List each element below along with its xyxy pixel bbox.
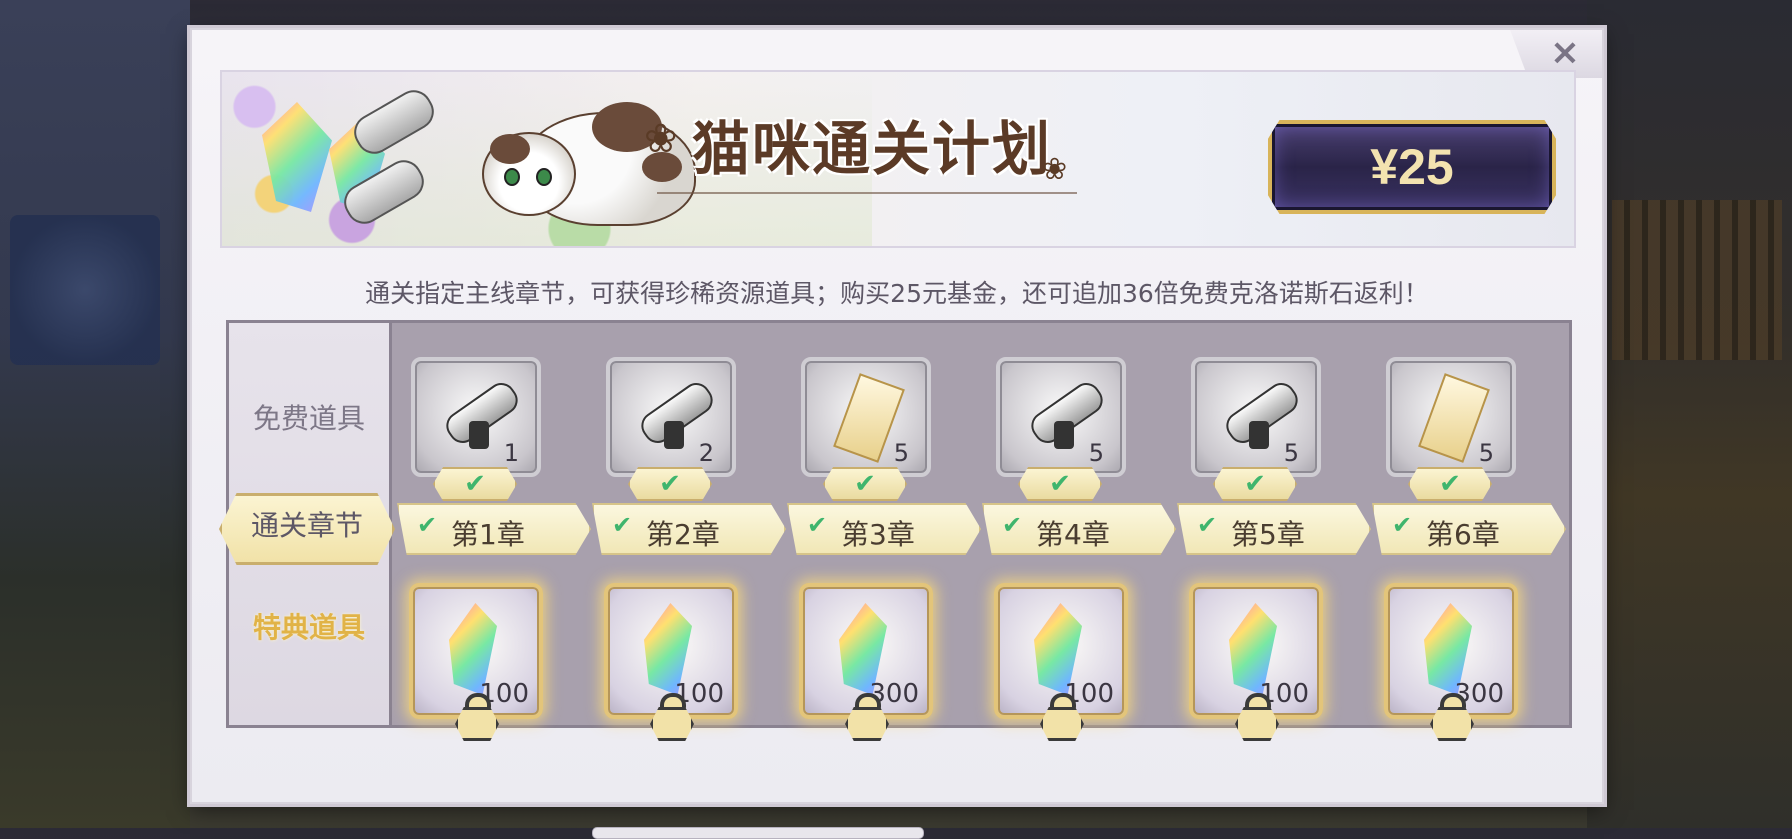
background-left	[0, 0, 190, 828]
chapter-check-icon: ✔	[1002, 511, 1023, 539]
reward-column: 2 ✔ ✔ 第2章 100	[592, 323, 786, 741]
chapter-label: 第6章	[1426, 518, 1500, 551]
claimed-check-icon: ✔	[433, 467, 517, 501]
free-items-label: 免费道具	[252, 402, 365, 435]
cat-plan-modal: × ❀ 猫咪通关计划 ❀ ¥25 通关指定主线章节，可获得珍稀资源道具；购买25…	[190, 28, 1604, 839]
chapter-label: 第1章	[451, 518, 525, 551]
free-item-slot[interactable]: 5	[801, 357, 931, 477]
free-item-slot[interactable]: 5	[1386, 357, 1516, 477]
chapter-label: 第5章	[1231, 518, 1305, 551]
title-underline	[657, 192, 1077, 194]
chapter-tab[interactable]: ✔ 第5章	[1177, 503, 1371, 555]
free-item-count: 2	[698, 439, 714, 467]
chapter-check-icon: ✔	[1392, 511, 1413, 539]
paw-icon: ❀	[644, 116, 678, 162]
claimed-check-icon: ✔	[823, 467, 907, 501]
reward-grid: 免费道具 特典道具 通关章节 1 ✔ ✔ 第1章 100 2 ✔ ✔ 第2章 1…	[219, 320, 1572, 741]
background-banner	[10, 215, 160, 365]
lock-icon[interactable]	[845, 693, 889, 741]
free-item-count: 5	[893, 439, 909, 467]
free-item-count: 1	[503, 439, 519, 467]
reward-column: 5 ✔ ✔ 第4章 100	[982, 323, 1176, 741]
chapter-label: 第4章	[1036, 518, 1110, 551]
chapter-tab[interactable]: ✔ 第1章	[397, 503, 591, 555]
chapter-check-icon: ✔	[417, 511, 438, 539]
free-item-count: 5	[1478, 439, 1494, 467]
claimed-check-icon: ✔	[1018, 467, 1102, 501]
lock-icon[interactable]	[1235, 693, 1279, 741]
lock-icon[interactable]	[1040, 693, 1084, 741]
chapter-check-icon: ✔	[807, 511, 828, 539]
cat-eye	[504, 168, 520, 186]
background-right	[1587, 0, 1792, 828]
cat-head	[482, 132, 576, 216]
claimed-check-icon: ✔	[628, 467, 712, 501]
cat-eye	[536, 168, 552, 186]
purchase-price-button[interactable]: ¥25	[1268, 120, 1556, 214]
chapter-tab[interactable]: ✔ 第4章	[982, 503, 1176, 555]
reward-column: 5 ✔ ✔ 第3章 300	[787, 323, 981, 741]
chapter-label: 第3章	[841, 518, 915, 551]
free-item-count: 5	[1088, 439, 1104, 467]
free-item-slot[interactable]: 2	[606, 357, 736, 477]
price-label: ¥25	[1370, 139, 1454, 195]
scroll-icon	[1022, 377, 1109, 449]
special-items-label: 特典道具	[252, 611, 365, 644]
chapter-tab[interactable]: ✔ 第3章	[787, 503, 981, 555]
claimed-check-icon: ✔	[1408, 467, 1492, 501]
chapter-tab[interactable]: ✔ 第2章	[592, 503, 786, 555]
claimed-check-icon: ✔	[1213, 467, 1297, 501]
title-wrap: ❀ 猫咪通关计划 ❀	[644, 92, 1077, 202]
chapter-row-label: 通关章节	[219, 493, 395, 565]
chapter-label: 第2章	[646, 518, 720, 551]
lock-icon[interactable]	[1430, 693, 1474, 741]
horizontal-scrollbar[interactable]	[592, 827, 924, 839]
header-banner: ❀ 猫咪通关计划 ❀ ¥25	[220, 70, 1576, 248]
reward-column: 1 ✔ ✔ 第1章 100	[397, 323, 591, 741]
chapter-check-icon: ✔	[612, 511, 633, 539]
scroll-icon	[437, 377, 524, 449]
paw-icon: ❀	[1042, 152, 1068, 187]
close-icon[interactable]: ×	[1550, 32, 1580, 73]
cat-spot	[490, 134, 530, 164]
scroll-icon	[1217, 377, 1304, 449]
background-shelf	[1612, 200, 1782, 360]
plan-description: 通关指定主线章节，可获得珍稀资源道具；购买25元基金，还可追加36倍免费克洛诺斯…	[365, 279, 1429, 308]
free-item-count: 5	[1283, 439, 1299, 467]
reward-column: 5 ✔ ✔ 第6章 300	[1372, 323, 1566, 741]
scroll-icon	[632, 377, 719, 449]
lock-icon[interactable]	[455, 693, 499, 741]
page-title: 猫咪通关计划	[692, 115, 1053, 183]
reward-column: 5 ✔ ✔ 第5章 100	[1177, 323, 1371, 741]
free-item-slot[interactable]: 5	[1191, 357, 1321, 477]
free-item-slot[interactable]: 1	[411, 357, 541, 477]
free-item-slot[interactable]: 5	[996, 357, 1126, 477]
lock-icon[interactable]	[650, 693, 694, 741]
chapter-check-icon: ✔	[1197, 511, 1218, 539]
chapter-tab[interactable]: ✔ 第6章	[1372, 503, 1566, 555]
